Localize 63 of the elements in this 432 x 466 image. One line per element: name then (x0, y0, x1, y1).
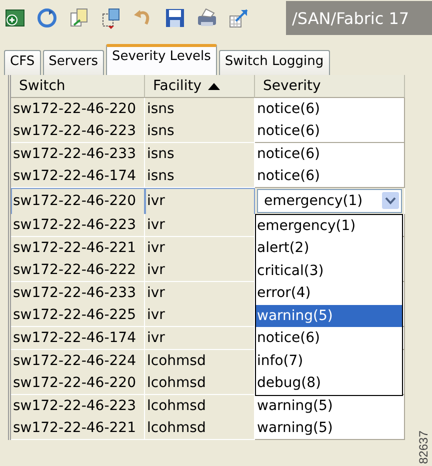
refresh-icon[interactable] (36, 7, 58, 29)
printer-icon[interactable] (196, 7, 218, 29)
table-cell: isns (145, 120, 255, 144)
table-cell: ivr (145, 282, 255, 305)
chevron-down-icon (385, 196, 396, 205)
dropdown-option[interactable]: info(7) (256, 350, 402, 372)
table-cell: isns (145, 142, 255, 166)
dropdown-option[interactable]: error(4) (256, 282, 402, 305)
severity-dropdown[interactable]: emergency(1) (257, 188, 402, 213)
path-label: /SAN/Fabric 17 (286, 1, 432, 35)
dropdown-option[interactable]: alert(2) (256, 237, 402, 260)
dropdown-option[interactable]: warning(5) (256, 304, 402, 328)
table-cell: ivr (145, 188, 255, 215)
table-cell: sw172-22-46-220 (11, 372, 145, 396)
table-cell: sw172-22-46-221 (11, 236, 145, 260)
table-cell: sw172-22-46-174 (11, 165, 145, 188)
tab[interactable]: Switch Logging (218, 50, 330, 75)
table-cell: lcohmsd (145, 372, 255, 396)
tab[interactable]: Servers (42, 50, 104, 75)
table-cell: sw172-22-46-174 (11, 326, 145, 350)
table-cell: sw172-22-46-225 (11, 304, 145, 328)
table-cell: warning(5) (255, 394, 405, 418)
tab[interactable]: CFS (4, 50, 41, 75)
table-cell: isns (145, 165, 255, 188)
table-cell: ivr (145, 326, 255, 350)
dropdown-option[interactable]: notice(6) (256, 327, 402, 350)
table-cell: sw172-22-46-222 (11, 259, 145, 282)
column-header[interactable]: Facility (145, 75, 255, 98)
resize-icon[interactable] (228, 7, 250, 29)
table-cell: sw172-22-46-224 (11, 350, 145, 373)
table-cell: ivr (145, 214, 255, 237)
table-cell: ivr (145, 259, 255, 282)
copy-icon[interactable] (68, 7, 90, 29)
table-cell: sw172-22-46-220 (11, 98, 145, 121)
dropdown-button[interactable] (382, 192, 399, 210)
table-cell: sw172-22-46-223 (11, 394, 145, 418)
table-cell: warning(5) (255, 417, 405, 440)
dropdown-option[interactable]: emergency(1) (256, 214, 402, 238)
table-cell: sw172-22-46-220 (11, 188, 145, 215)
dropdown-option[interactable]: debug(8) (256, 372, 402, 395)
table-cell: lcohmsd (145, 394, 255, 418)
column-header[interactable]: Switch (11, 75, 145, 98)
table-cell: ivr (145, 236, 255, 260)
table-cell: notice(6) (255, 98, 405, 121)
figure-number: 82637 (416, 430, 430, 464)
table-cell: notice(6) (255, 120, 405, 144)
add-icon[interactable] (4, 7, 26, 29)
table-cell: lcohmsd (145, 350, 255, 373)
table-cell: sw172-22-46-233 (11, 142, 145, 166)
table-cell: sw172-22-46-223 (11, 120, 145, 144)
table-cell: ivr (145, 304, 255, 328)
tab[interactable]: Severity Levels (106, 44, 217, 75)
paste-icon[interactable] (100, 7, 122, 29)
column-header[interactable]: Severity (255, 75, 405, 98)
dropdown-option[interactable]: critical(3) (256, 260, 402, 282)
table-cell: lcohmsd (145, 417, 255, 440)
table-cell: notice(6) (255, 165, 405, 188)
table-cell: isns (145, 98, 255, 121)
table-cell: sw172-22-46-233 (11, 282, 145, 305)
table-cell: sw172-22-46-221 (11, 417, 145, 440)
table-cell: sw172-22-46-223 (11, 214, 145, 237)
save-icon[interactable] (164, 7, 186, 29)
table-cell: notice(6) (255, 142, 405, 166)
